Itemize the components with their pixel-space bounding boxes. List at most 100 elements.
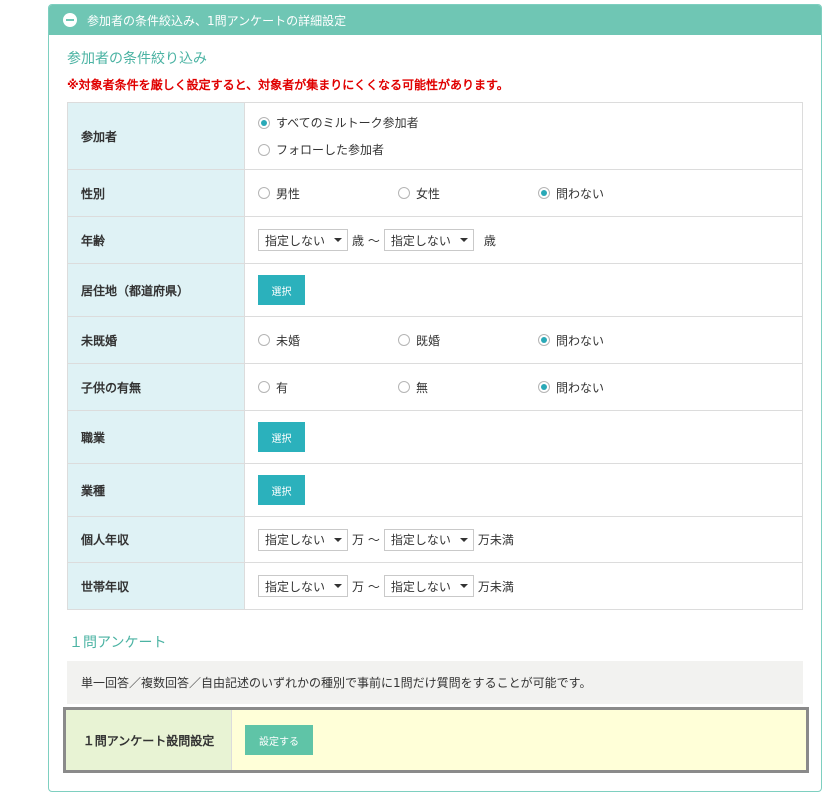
radio-children-any[interactable]: 問わない (538, 379, 678, 396)
personal-income-to-select[interactable]: 指定しない (383, 528, 474, 551)
household-income-from-select[interactable]: 指定しない (258, 575, 348, 597)
participants-label: 参加者 (67, 102, 245, 170)
survey-setting-label: １問アンケート設問設定 (66, 710, 232, 770)
radio-unchecked-icon[interactable] (398, 381, 410, 393)
residence-label: 居住地（都道府県） (67, 263, 245, 317)
radio-label: 問わない (556, 186, 605, 201)
filter-table: 参加者 すべてのミルトーク参加者 フォローした参加者 性別 男性 女性 問わない… (67, 102, 803, 610)
caret-down-icon (334, 584, 342, 588)
survey-setting-row: １問アンケート設問設定 設定する (63, 707, 809, 773)
radio-checked-icon[interactable] (538, 334, 550, 346)
age-unit-mid: 歳 〜 (352, 233, 380, 248)
radio-marital-any[interactable]: 問わない (538, 332, 678, 349)
survey-section-title: １問アンケート (69, 635, 167, 651)
household-income-unit-mid: 万 〜 (352, 579, 380, 594)
caret-down-icon (459, 238, 468, 242)
industry-label: 業種 (67, 463, 245, 517)
radio-children-no[interactable]: 無 (398, 379, 538, 396)
radio-label: 有 (276, 380, 289, 395)
children-label: 子供の有無 (67, 363, 245, 411)
row-residence: 居住地（都道府県） 選択 (67, 263, 803, 317)
select-value: 指定しない (265, 233, 326, 248)
survey-setting-value: 設定する (232, 710, 806, 770)
occupation-label: 職業 (67, 410, 245, 464)
age-to-select[interactable]: 指定しない (383, 229, 474, 251)
radio-followed-participants[interactable]: フォローした参加者 (258, 141, 801, 158)
row-personal-income: 個人年収 指定しない 万 〜 指定しない 万未満 (67, 516, 803, 563)
personal-income-label: 個人年収 (67, 516, 245, 563)
select-value: 指定しない (390, 533, 451, 547)
household-income-unit-end: 万未満 (477, 579, 514, 594)
radio-checked-icon[interactable] (538, 381, 550, 393)
personal-income-value: 指定しない 万 〜 指定しない 万未満 (244, 516, 803, 563)
radio-marital-single[interactable]: 未婚 (258, 332, 398, 349)
household-income-value: 指定しない 万 〜 指定しない 万未満 (244, 562, 803, 610)
radio-gender-any[interactable]: 問わない (538, 185, 678, 202)
radio-checked-icon[interactable] (258, 116, 270, 129)
radio-unchecked-icon[interactable] (258, 143, 270, 156)
occupation-value: 選択 (244, 410, 803, 464)
caret-down-icon (459, 537, 468, 542)
survey-setting-button[interactable]: 設定する (245, 725, 313, 755)
row-age: 年齢 指定しない 歳 〜 指定しない 歳 (67, 216, 803, 264)
radio-all-participants[interactable]: すべてのミルトーク参加者 (258, 114, 801, 131)
personal-income-from-select[interactable]: 指定しない (258, 528, 348, 551)
residence-select-button[interactable]: 選択 (258, 275, 305, 305)
radio-unchecked-icon[interactable] (398, 334, 410, 346)
caret-down-icon (334, 238, 342, 242)
radio-unchecked-icon[interactable] (258, 187, 270, 199)
marital-label: 未既婚 (67, 316, 245, 364)
filter-section-title: 参加者の条件絞り込み (67, 51, 207, 67)
radio-gender-female[interactable]: 女性 (398, 185, 538, 202)
radio-unchecked-icon[interactable] (258, 381, 270, 393)
radio-unchecked-icon[interactable] (258, 334, 270, 346)
radio-label: 問わない (556, 333, 605, 348)
row-children: 子供の有無 有 無 問わない (67, 363, 803, 411)
radio-children-yes[interactable]: 有 (258, 379, 398, 396)
marital-value: 未婚 既婚 問わない (244, 316, 803, 364)
row-household-income: 世帯年収 指定しない 万 〜 指定しない 万未満 (67, 562, 803, 610)
collapse-minus-icon[interactable] (63, 13, 77, 27)
industry-value: 選択 (244, 463, 803, 517)
residence-value: 選択 (244, 263, 803, 317)
row-participants: 参加者 すべてのミルトーク参加者 フォローした参加者 (67, 102, 803, 170)
occupation-select-button[interactable]: 選択 (258, 422, 305, 452)
filter-warning: ※対象者条件を厳しく設定すると、対象者が集まりにくくなる可能性があります。 (67, 78, 509, 92)
personal-income-unit-mid: 万 〜 (352, 533, 380, 547)
household-income-label: 世帯年収 (67, 562, 245, 610)
select-value: 指定しない (390, 579, 451, 594)
detail-settings-panel: 参加者の条件絞込み、1問アンケートの詳細設定 参加者の条件絞り込み ※対象者条件… (48, 4, 822, 792)
radio-unchecked-icon[interactable] (398, 187, 410, 199)
gender-label: 性別 (67, 169, 245, 217)
age-unit-end: 歳 (483, 233, 496, 248)
caret-down-icon (334, 537, 342, 542)
participants-value: すべてのミルトーク参加者 フォローした参加者 (244, 102, 803, 170)
select-value: 指定しない (265, 533, 326, 547)
row-industry: 業種 選択 (67, 463, 803, 517)
radio-label: 無 (416, 380, 429, 395)
select-value: 指定しない (265, 579, 326, 594)
select-value: 指定しない (390, 233, 451, 248)
survey-description: 単一回答／複数回答／自由記述のいずれかの種別で事前に1問だけ質問をすることが可能… (67, 661, 803, 704)
row-occupation: 職業 選択 (67, 410, 803, 464)
radio-gender-male[interactable]: 男性 (258, 185, 398, 202)
age-from-select[interactable]: 指定しない (258, 229, 348, 251)
household-income-to-select[interactable]: 指定しない (383, 575, 474, 597)
children-value: 有 無 問わない (244, 363, 803, 411)
radio-label: 既婚 (416, 333, 441, 348)
panel-header[interactable]: 参加者の条件絞込み、1問アンケートの詳細設定 (49, 5, 821, 35)
radio-checked-icon[interactable] (538, 187, 550, 199)
panel-header-title: 参加者の条件絞込み、1問アンケートの詳細設定 (87, 13, 347, 28)
caret-down-icon (459, 584, 468, 588)
age-label: 年齢 (67, 216, 245, 264)
radio-label: すべてのミルトーク参加者 (276, 116, 419, 130)
industry-select-button[interactable]: 選択 (258, 475, 305, 505)
row-gender: 性別 男性 女性 問わない (67, 169, 803, 217)
gender-value: 男性 女性 問わない (244, 169, 803, 217)
radio-label: 男性 (276, 186, 301, 201)
radio-label: 問わない (556, 380, 605, 395)
radio-label: 女性 (416, 186, 441, 201)
personal-income-unit-end: 万未満 (477, 533, 514, 547)
radio-marital-married[interactable]: 既婚 (398, 332, 538, 349)
radio-label: フォローした参加者 (276, 143, 385, 157)
